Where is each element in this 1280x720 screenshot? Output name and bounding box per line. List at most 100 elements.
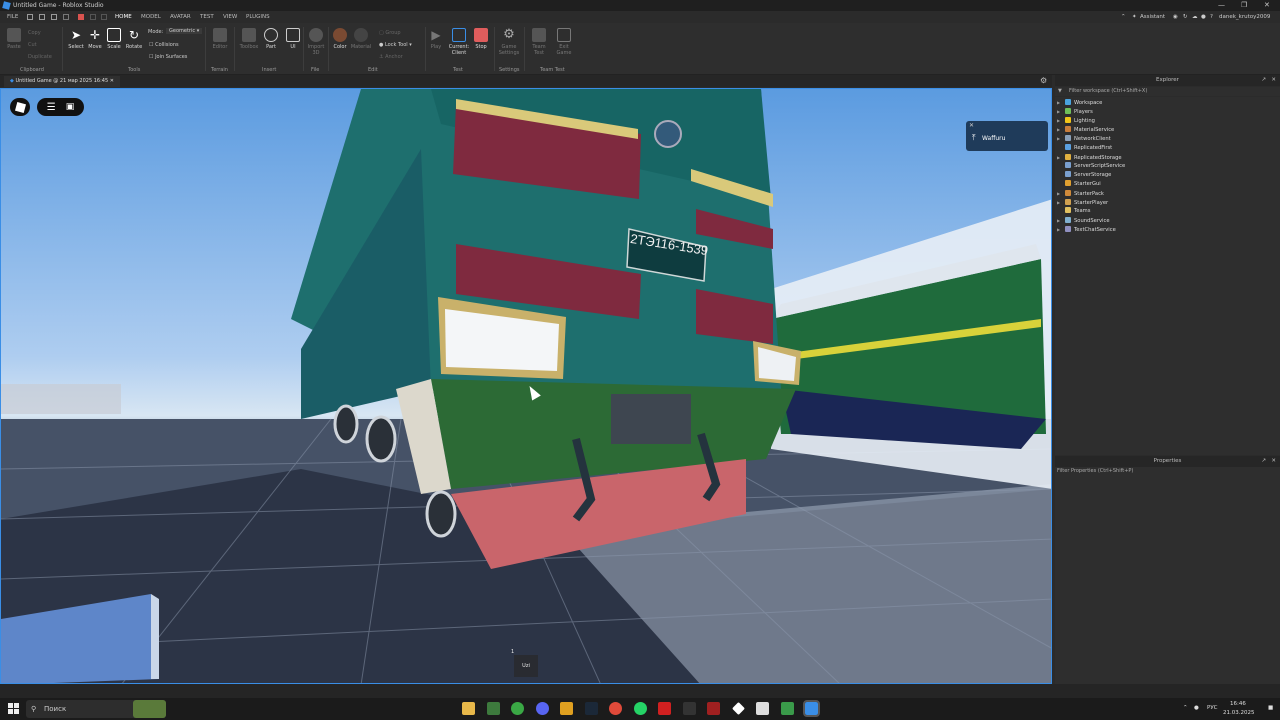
tab-avatar[interactable]: AVATAR — [170, 11, 191, 23]
explorer-item-networkclient[interactable]: ▶ NetworkClient — [1057, 134, 1111, 143]
ui-button[interactable]: UI — [282, 28, 304, 50]
explorer-item-replicatedstorage[interactable]: ▶ ReplicatedStorage — [1057, 153, 1122, 162]
explorer-item-materialservice[interactable]: ▶ MaterialService — [1057, 125, 1114, 134]
mode-select[interactable]: Geometric ▾ — [166, 28, 203, 34]
redo-icon[interactable] — [101, 14, 107, 20]
explorer-item-serverscriptservice[interactable]: ServerScriptService — [1057, 161, 1125, 171]
hotbar-slot[interactable]: Uzi — [514, 655, 538, 677]
app-check-icon[interactable] — [707, 702, 720, 715]
rotate-tool-button[interactable]: ↻ Rotate — [123, 28, 145, 50]
anchor-button[interactable]: ⚓ Anchor — [379, 54, 403, 60]
game-settings-button[interactable]: ⚙ Game Settings — [498, 28, 520, 57]
collisions-checkbox[interactable]: ☐ Collisions — [149, 42, 179, 48]
chevron-up-icon[interactable]: ⌃ — [1121, 11, 1126, 23]
assistant-button[interactable]: Assistant — [1140, 11, 1165, 23]
toolbox-button[interactable]: Toolbox — [238, 28, 260, 50]
part-button[interactable]: Part — [260, 28, 282, 50]
explorer-item-startergui[interactable]: StarterGui — [1057, 179, 1101, 189]
tab-model[interactable]: MODEL — [141, 11, 161, 23]
notifications-icon[interactable]: ● — [1201, 11, 1206, 23]
cloud-icon[interactable]: ☁ — [1192, 11, 1198, 23]
hamburger-menu-icon[interactable]: ☰ — [47, 102, 56, 113]
share-icon[interactable]: ◉ — [1173, 11, 1178, 23]
explorer-item-workspace[interactable]: ▶ Workspace — [1057, 98, 1102, 107]
gear-icon[interactable]: ⚙ — [1040, 76, 1047, 85]
explorer-item-players[interactable]: ▶ Players — [1057, 107, 1093, 116]
material-button[interactable]: Material — [350, 28, 372, 50]
explorer-item-starterpack[interactable]: ▶ StarterPack — [1057, 189, 1104, 198]
app-dark-icon[interactable] — [683, 702, 696, 715]
current-client-button[interactable]: Current: Client — [446, 28, 472, 56]
expand-arrow-icon[interactable]: ▶ — [1057, 116, 1065, 125]
clock-time[interactable]: 16:46 — [1230, 701, 1246, 707]
xbox-icon[interactable] — [511, 702, 524, 715]
app-red-icon[interactable] — [658, 702, 671, 715]
tab-test[interactable]: TEST — [200, 11, 214, 23]
chrome-icon[interactable] — [609, 702, 622, 715]
team-test-button[interactable]: Team Test — [528, 28, 550, 56]
popout-icon[interactable]: ↗ — [1261, 75, 1266, 86]
explorer-item-soundservice[interactable]: ▶ SoundService — [1057, 216, 1110, 225]
clock-date[interactable]: 21.03.2025 — [1223, 710, 1255, 716]
stop-button[interactable]: Stop — [470, 28, 492, 50]
popout-icon[interactable]: ↗ — [1261, 456, 1266, 467]
microphone-icon[interactable]: ● — [1194, 705, 1199, 711]
explorer-item-textchatservice[interactable]: ▶ TextChatService — [1057, 225, 1116, 234]
stop-icon[interactable] — [78, 14, 84, 20]
chat-icon[interactable]: ▣ — [66, 102, 75, 112]
discord-icon[interactable] — [536, 702, 549, 715]
whatsapp-icon[interactable] — [634, 702, 647, 715]
notification-icon[interactable]: ■ — [1268, 705, 1273, 711]
app-light-icon[interactable] — [756, 702, 769, 715]
roblox-studio-taskbar-icon[interactable] — [803, 700, 820, 717]
expand-arrow-icon[interactable]: ▶ — [1057, 134, 1065, 143]
language-indicator[interactable]: РУС — [1207, 705, 1218, 711]
cut-button[interactable]: Cut — [28, 42, 37, 48]
explorer-item-starterplayer[interactable]: ▶ StarterPlayer — [1057, 198, 1108, 207]
file-explorer-icon[interactable] — [462, 702, 475, 715]
roblox-icon[interactable] — [732, 702, 745, 715]
expand-arrow-icon[interactable]: ▶ — [1057, 153, 1065, 162]
import-3d-button[interactable]: Import 3D — [305, 28, 327, 56]
3d-viewport[interactable]: 2ТЭ116-1539 ☰ ▣ ✕ ⤒ Waffuru 1 Uzi — [0, 88, 1052, 684]
group-button[interactable]: ▢ Group — [379, 30, 401, 36]
open-icon[interactable] — [39, 14, 45, 20]
chevron-up-icon[interactable]: ⌃ — [1183, 705, 1188, 711]
save-icon[interactable] — [51, 14, 57, 20]
close-tab-icon[interactable]: ✕ — [110, 78, 114, 84]
close-icon[interactable]: ✕ — [1271, 75, 1276, 86]
exit-game-button[interactable]: Exit Game — [553, 28, 575, 56]
username-label[interactable]: danek_krutoy2009 — [1219, 11, 1270, 23]
close-icon[interactable]: ✕ — [1271, 456, 1276, 467]
minecraft-icon[interactable] — [487, 702, 500, 715]
file-menu[interactable]: FILE — [7, 11, 18, 23]
steam-icon[interactable] — [585, 702, 598, 715]
play-icon[interactable] — [63, 14, 69, 20]
expand-arrow-icon[interactable]: ▶ — [1057, 98, 1065, 107]
paste-button[interactable]: Paste — [3, 28, 25, 50]
terrain-editor-button[interactable]: Editor — [209, 28, 231, 50]
play-button[interactable]: ▶ Play — [425, 28, 447, 50]
lock-tool-button[interactable]: ● Lock Tool ▾ — [379, 42, 412, 48]
windows-start-icon[interactable] — [8, 703, 19, 714]
roblox-menu-button[interactable] — [10, 98, 30, 116]
expand-arrow-icon[interactable]: ▶ — [1057, 216, 1065, 225]
app-icon[interactable] — [560, 702, 573, 715]
app-green-icon[interactable] — [781, 702, 794, 715]
color-button[interactable]: Color — [329, 28, 351, 50]
minimize-button[interactable]: — — [1218, 0, 1225, 11]
expand-arrow-icon[interactable]: ▶ — [1057, 198, 1065, 207]
explorer-item-replicatedfirst[interactable]: ReplicatedFirst — [1057, 143, 1112, 153]
tab-view[interactable]: VIEW — [223, 11, 237, 23]
help-icon[interactable]: ? — [1210, 11, 1213, 23]
expand-arrow-icon[interactable]: ▶ — [1057, 107, 1065, 116]
explorer-item-teams[interactable]: Teams — [1057, 207, 1090, 216]
expand-arrow-icon[interactable]: ▶ — [1057, 225, 1065, 234]
tab-untitled-game[interactable]: ◆ Untitled Game @ 21 мар 2025 16:45 ✕ — [4, 76, 120, 87]
close-window-button[interactable]: ✕ — [1264, 0, 1270, 11]
explorer-item-serverstorage[interactable]: ServerStorage — [1057, 170, 1111, 180]
copy-button[interactable]: Copy — [28, 30, 41, 36]
tab-plugins[interactable]: PLUGINS — [246, 11, 270, 23]
explorer-item-lighting[interactable]: ▶ Lighting — [1057, 116, 1095, 125]
properties-filter-input[interactable]: Filter Properties (Ctrl+Shift+P) — [1055, 467, 1280, 476]
